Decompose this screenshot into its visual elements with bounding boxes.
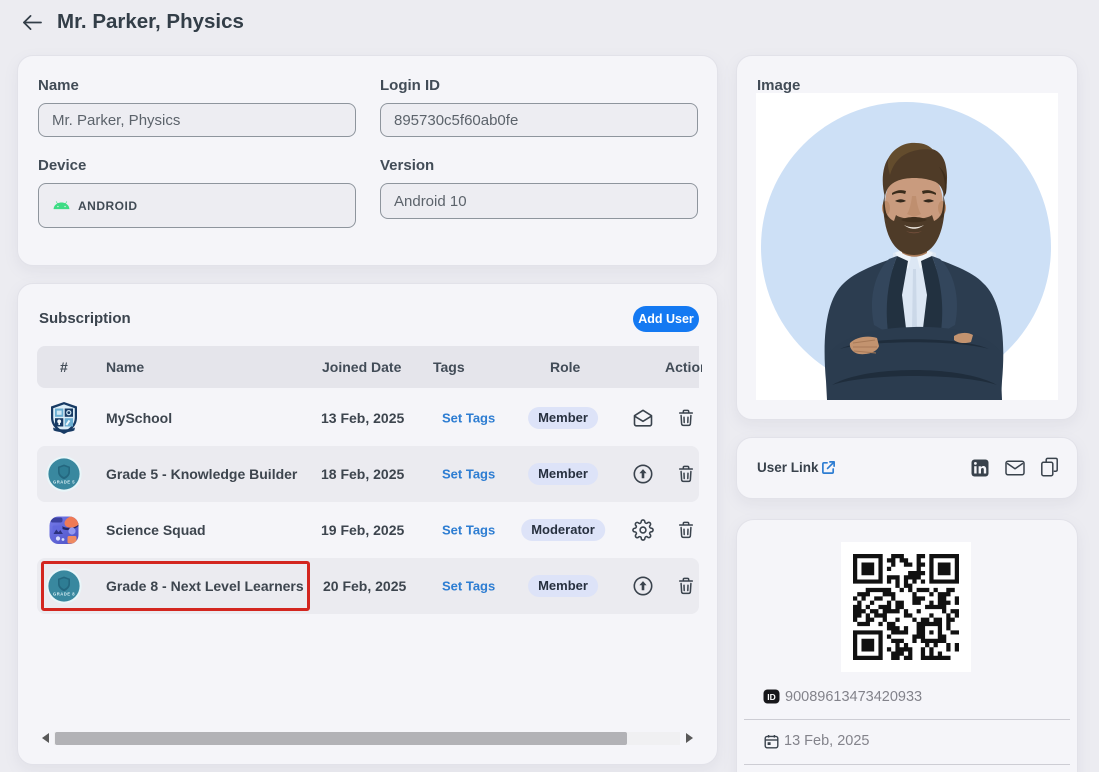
svg-text:ID: ID bbox=[767, 692, 776, 702]
svg-text:GRADE 5: GRADE 5 bbox=[53, 480, 75, 485]
